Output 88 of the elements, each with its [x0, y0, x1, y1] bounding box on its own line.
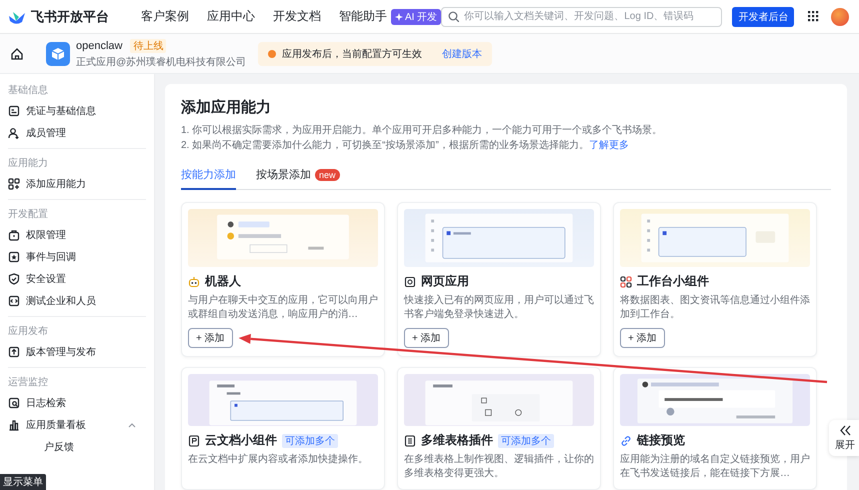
card-description: 在多维表格上制作视图、逻辑插件，让你的多维表格变得更强大。 — [404, 453, 594, 481]
search-box-icon — [8, 397, 20, 409]
cube-icon — [51, 46, 65, 60]
nav-link[interactable]: 应用中心 — [207, 8, 255, 25]
card-description: 快速接入已有的网页应用，用户可以通过飞书客户端免登录快速进入。 — [404, 294, 594, 322]
apps-grid-icon — [808, 11, 820, 22]
nav-link[interactable]: 智能助手 AI 开发 — [339, 8, 442, 25]
avatar[interactable] — [831, 8, 849, 26]
sidebar-item-label: 凭证与基础信息 — [26, 104, 96, 118]
lock-icon — [8, 229, 20, 241]
card-title: 机器人 — [205, 273, 241, 290]
shield-check-icon — [8, 273, 20, 285]
robot-icon — [188, 276, 200, 288]
bar-chart-icon — [8, 419, 20, 431]
app-name: openclaw — [76, 40, 122, 52]
link-icon — [620, 434, 632, 446]
search-icon — [448, 11, 460, 22]
sidebar-subitem[interactable]: 户反馈 — [8, 436, 146, 458]
tab[interactable]: 按场景添加 new — [256, 167, 340, 190]
sidebar-item-label: 事件与回调 — [26, 250, 76, 264]
ai-badge: AI 开发 — [391, 8, 442, 24]
sidebar-item[interactable]: 成员管理 — [8, 122, 146, 144]
section-heading: 基础信息 — [8, 84, 49, 98]
person-add-icon — [8, 127, 20, 139]
show-menu-tooltip: 显示菜单 — [0, 474, 46, 490]
sidebar-item[interactable]: 应用质量看板 — [8, 414, 146, 436]
section-heading: 应用能力 — [8, 156, 49, 171]
sidebar-item[interactable]: 添加应用能力 — [8, 173, 146, 195]
sparkle-icon — [395, 12, 403, 20]
sidebar-item-label: 成员管理 — [26, 126, 66, 140]
add-button[interactable]: + 添加 — [404, 328, 449, 348]
sidebar-item[interactable]: 安全设置 — [8, 268, 146, 290]
nav-link[interactable]: 开发文档 — [273, 8, 321, 25]
status-badge: 待上线 — [130, 38, 166, 52]
sidebar-item[interactable]: 事件与回调 — [8, 246, 146, 268]
instruction-text: 2. 如果尚不确定需要添加什么能力，可切换至“按场景添加”，根据所需的业务场景选择能力。了解更多 — [181, 138, 630, 153]
section-heading: 运营监控 — [8, 376, 49, 390]
sidebar-item[interactable]: 日志检索 — [8, 392, 146, 414]
card-title: 链接预览 — [637, 432, 685, 449]
sidebar-item[interactable]: 权限管理 — [8, 224, 146, 246]
card-description: 在云文档中扩展内容或者添加快捷操作。 — [188, 453, 369, 467]
browser-icon — [404, 276, 416, 288]
section-heading: 应用发布 — [8, 324, 49, 339]
app-subtitle: 正式应用@苏州璞睿机电科技有限公司 — [76, 56, 246, 68]
add-button[interactable]: + 添加 — [188, 328, 233, 348]
sidebar-item-label: 日志检索 — [26, 396, 66, 410]
document-icon — [188, 434, 200, 446]
instruction-text: 1. 你可以根据实际需求，为应用开启能力。单个应用可开启多种能力，一个能力可用于一个或多个飞书场景。 — [181, 124, 664, 138]
table-icon — [404, 434, 416, 446]
sidebar-item-label: 应用质量看板 — [26, 418, 86, 432]
nav-link[interactable]: 客户案例 — [141, 8, 189, 25]
grid-plus-icon — [8, 178, 20, 190]
double-chevron-left-icon — [839, 425, 851, 436]
add-button[interactable]: + 添加 — [620, 328, 665, 348]
card-description: 应用能为注册的域名自定义链接预览，用户在飞书发送链接后，能在链接下方展… — [620, 453, 810, 481]
notice-text: 应用发布后，当前配置方可生效 — [282, 48, 422, 60]
page-title: 添加应用能力 — [181, 98, 272, 117]
multi-add-tag: 可添加多个 — [498, 434, 554, 448]
widget-grid-icon — [620, 276, 632, 288]
star-box-icon — [8, 251, 20, 263]
sidebar-item[interactable]: 测试企业和人员 — [8, 290, 146, 312]
learn-more-link[interactable]: 了解更多 — [588, 140, 629, 151]
sidebar-item[interactable]: 版本管理与发布 — [8, 341, 146, 363]
logo-text[interactable]: 飞书开放平台 — [31, 8, 109, 26]
sidebar-item-label: 添加应用能力 — [26, 178, 86, 191]
card-title: 工作台小组件 — [637, 273, 709, 290]
expand-panel-button[interactable]: 展开 — [829, 420, 859, 456]
multi-add-tag: 可添加多个 — [282, 434, 338, 448]
tab[interactable]: 按能力添加 — [181, 167, 236, 190]
sidebar-item-label: 安全设置 — [26, 272, 66, 286]
card-description: 将数据图表、图文资讯等信息通过小组件添加到工作台。 — [620, 294, 810, 322]
card-title: 网页应用 — [421, 273, 469, 290]
home-icon[interactable] — [10, 46, 24, 60]
warning-dot — [268, 50, 276, 58]
upload-box-icon — [8, 346, 20, 358]
sidebar-item-label: 版本管理与发布 — [26, 346, 96, 359]
id-card-icon — [8, 105, 20, 117]
section-heading: 开发配置 — [8, 208, 49, 222]
sidebar-item[interactable]: 凭证与基础信息 — [8, 100, 146, 122]
card-title: 云文档小组件 — [205, 432, 277, 449]
new-badge: new — [315, 168, 340, 180]
code-box-icon — [8, 295, 20, 307]
card-title: 多维表格插件 — [421, 432, 493, 449]
developer-console-button[interactable]: 开发者后台 — [732, 6, 794, 26]
sidebar-item-label: 测试企业和人员 — [26, 294, 96, 308]
card-description: 与用户在聊天中交互的应用，它可以向用户或群组自动发送消息，响应用户的消… — [188, 294, 378, 322]
create-version-link[interactable]: 创建版本 — [442, 46, 482, 60]
sidebar-item-label: 权限管理 — [26, 228, 66, 242]
